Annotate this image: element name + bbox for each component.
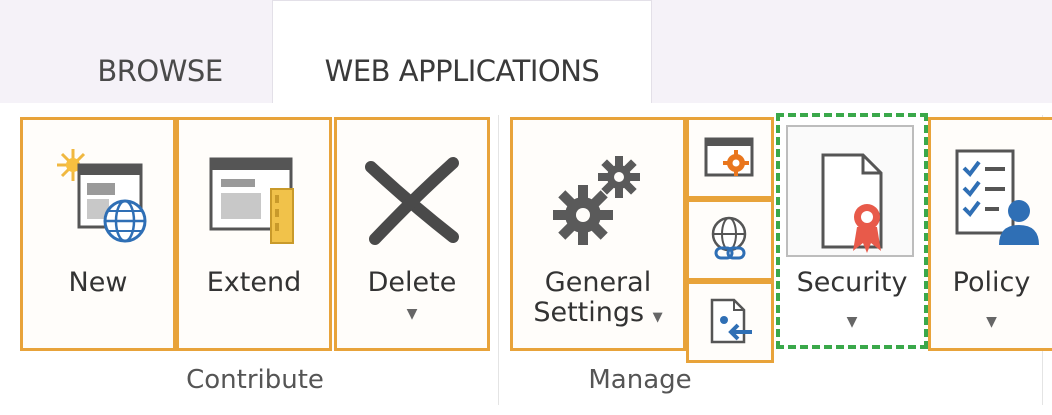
general-settings-button[interactable]: General Settings ▼ [510,117,686,351]
general-settings-label-row: Settings ▼ [513,298,683,333]
extend-webapp-icon [179,138,329,258]
general-settings-label: General Settings ▼ [513,268,683,333]
small-button-window-settings[interactable] [686,117,774,199]
new-button-label: New [68,267,128,298]
group-divider [498,115,499,405]
delete-x-icon [337,138,487,258]
delete-button-label: Delete [367,267,457,298]
group-label-manage: Manage [588,365,692,395]
chevron-down-icon: ▼ [652,310,663,325]
globe-link-icon [711,216,747,260]
group-label-contribute: Contribute [186,365,324,395]
document-arrow-icon [710,298,752,344]
policy-button-label: Policy [952,267,1031,298]
delete-button[interactable]: Delete ▼ [334,117,490,351]
extend-button[interactable]: Extend [176,117,332,351]
window-gear-icon [704,137,754,177]
general-settings-label-line1: General [544,267,652,298]
security-button[interactable]: Security ▼ [780,117,924,351]
chevron-down-icon: ▼ [986,314,997,330]
certificate-document-icon [783,142,921,262]
tab-web-applications[interactable]: WEB APPLICATIONS [272,0,652,103]
small-button-document-import[interactable] [686,281,774,363]
gears-icon [513,138,683,258]
ribbon-root: BROWSE WEB APPLICATIONS New Extend Delet… [0,0,1052,415]
extend-button-label: Extend [206,267,302,298]
chevron-down-icon: ▼ [406,306,418,322]
security-button-label: Security [796,267,908,298]
new-button[interactable]: New [20,117,176,351]
new-webapp-icon [23,138,173,258]
ribbon-body: New Extend Delete ▼ General Settings ▼ S… [0,103,1052,415]
policy-button[interactable]: Policy ▼ [928,117,1052,351]
general-settings-label-line2: Settings [533,297,645,328]
tab-browse[interactable]: BROWSE [60,38,260,103]
small-button-alternate-access[interactable] [686,199,774,281]
chevron-down-icon: ▼ [846,314,858,330]
checklist-user-icon [931,138,1052,258]
ribbon-tab-strip: BROWSE WEB APPLICATIONS [0,0,1052,103]
